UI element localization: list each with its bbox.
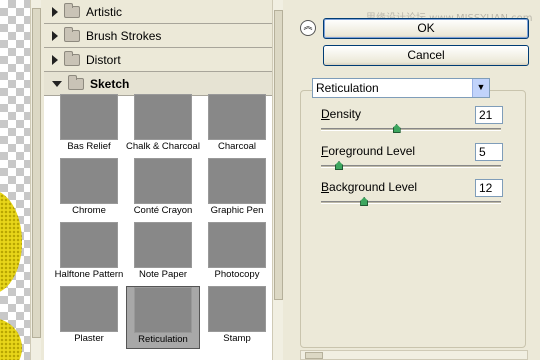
- settings-scrollbar-thumb[interactable]: [305, 352, 323, 359]
- settings-panel: ︽ OK Cancel Reticulation ▼ Density 21 Fo…: [288, 0, 540, 360]
- preview-yellow-shape: [0, 190, 22, 294]
- collapse-gallery-button[interactable]: ︽: [300, 20, 316, 36]
- filter-reticulation[interactable]: Reticulation: [126, 286, 200, 349]
- filter-select[interactable]: Reticulation ▼: [312, 78, 490, 98]
- plaster-thumbnail: [60, 286, 118, 332]
- filter-graphic-pen[interactable]: Graphic Pen: [200, 158, 272, 221]
- filter-label: Halftone Pattern: [54, 269, 124, 280]
- ok-button[interactable]: OK: [323, 18, 529, 39]
- filter-label: Charcoal: [217, 141, 257, 152]
- chevron-down-icon[interactable]: ▼: [472, 79, 489, 97]
- filter-label: Plaster: [74, 333, 104, 344]
- preview-scrollbar-thumb[interactable]: [32, 8, 41, 338]
- category-label: Sketch: [90, 76, 130, 91]
- expand-arrow-icon: [52, 6, 58, 17]
- filter-photocopy[interactable]: Photocopy: [200, 222, 272, 285]
- density-slider[interactable]: [321, 124, 501, 133]
- chrome-thumbnail: [60, 158, 118, 204]
- category-distort[interactable]: Distort: [44, 48, 272, 72]
- filter-note-paper[interactable]: Note Paper: [126, 222, 200, 285]
- filter-halftone-pattern[interactable]: Halftone Pattern: [52, 222, 126, 285]
- note-paper-thumbnail: [134, 222, 192, 268]
- folder-icon: [64, 26, 80, 42]
- filter-label: Note Paper: [138, 269, 188, 280]
- chalk-charcoal-thumbnail: [134, 94, 192, 140]
- filter-conte-crayon[interactable]: Conté Crayon: [126, 158, 200, 221]
- photocopy-thumbnail: [208, 222, 266, 268]
- reticulation-thumbnail: [134, 287, 192, 333]
- filter-plaster[interactable]: Plaster: [52, 286, 126, 349]
- foreground-level-field[interactable]: 5: [475, 143, 503, 161]
- charcoal-thumbnail: [208, 94, 266, 140]
- filter-label: Reticulation: [138, 334, 188, 345]
- filter-stamp[interactable]: Stamp: [200, 286, 272, 349]
- background-level-field[interactable]: 12: [475, 179, 503, 197]
- bas-relief-thumbnail: [60, 94, 118, 140]
- preview-yellow-shape: [0, 318, 22, 360]
- folder-icon: [64, 2, 80, 18]
- category-scrollbar-thumb[interactable]: [274, 10, 283, 300]
- conte-crayon-thumbnail: [134, 158, 192, 204]
- filter-chrome[interactable]: Chrome: [52, 158, 126, 221]
- density-field[interactable]: 21: [475, 106, 503, 124]
- filter-gallery-dialog: Artistic Brush Strokes Distort Sketch Ba…: [0, 0, 540, 360]
- category-sketch[interactable]: Sketch: [44, 72, 272, 96]
- category-artistic[interactable]: Artistic: [44, 0, 272, 24]
- folder-icon: [68, 74, 84, 90]
- category-label: Artistic: [86, 4, 122, 19]
- filter-label: Chalk & Charcoal: [126, 141, 200, 152]
- background-level-slider[interactable]: [321, 197, 501, 206]
- graphic-pen-thumbnail: [208, 158, 266, 204]
- filter-label: Graphic Pen: [210, 205, 264, 216]
- expand-arrow-icon: [52, 30, 58, 41]
- filter-select-value: Reticulation: [316, 81, 379, 95]
- filter-label: Chrome: [72, 205, 106, 216]
- category-scrollbar[interactable]: [272, 0, 283, 360]
- filter-label: Photocopy: [214, 269, 260, 280]
- halftone-pattern-thumbnail: [60, 222, 118, 268]
- foreground-level-label: Foreground Level: [321, 144, 416, 158]
- background-level-label: Background Level: [321, 180, 418, 194]
- density-label: Density: [321, 107, 362, 121]
- filter-label: Bas Relief: [67, 141, 111, 152]
- cancel-button[interactable]: Cancel: [323, 45, 529, 66]
- filter-label: Stamp: [223, 333, 251, 344]
- folder-icon: [64, 50, 80, 66]
- settings-scrollbar[interactable]: [300, 350, 528, 360]
- filter-category-list: Artistic Brush Strokes Distort Sketch Ba…: [44, 0, 272, 360]
- image-preview[interactable]: [0, 0, 30, 360]
- category-label: Brush Strokes: [86, 28, 162, 43]
- foreground-level-slider[interactable]: [321, 161, 501, 170]
- stamp-thumbnail: [208, 286, 266, 332]
- preview-scrollbar[interactable]: [30, 0, 41, 360]
- filter-charcoal[interactable]: Charcoal: [200, 94, 272, 157]
- expand-arrow-icon: [52, 54, 58, 65]
- category-label: Distort: [86, 52, 121, 67]
- double-chevron-up-icon: ︽: [303, 22, 313, 32]
- filter-label: Conté Crayon: [133, 205, 193, 216]
- filter-bas-relief[interactable]: Bas Relief: [52, 94, 126, 157]
- collapse-arrow-icon: [52, 80, 62, 87]
- filter-chalk-charcoal[interactable]: Chalk & Charcoal: [126, 94, 200, 157]
- category-brush-strokes[interactable]: Brush Strokes: [44, 24, 272, 48]
